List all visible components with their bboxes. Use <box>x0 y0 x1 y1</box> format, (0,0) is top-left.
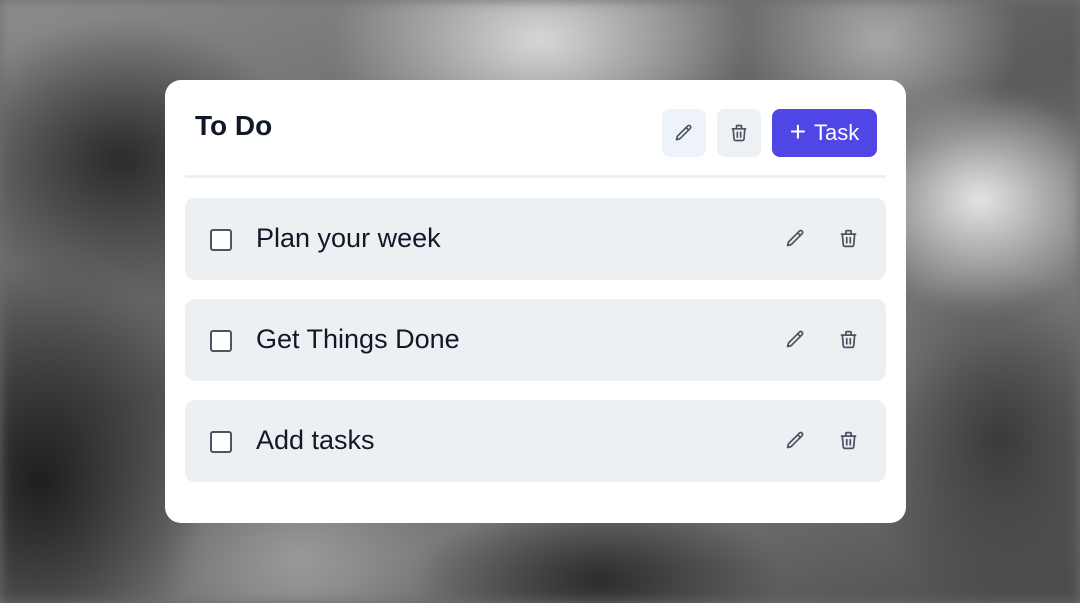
pencil-icon <box>786 330 803 347</box>
trash-icon <box>840 229 856 247</box>
task-actions <box>783 224 860 252</box>
edit-task-button[interactable] <box>783 325 807 353</box>
task-row: Plan your week <box>185 198 886 280</box>
task-label: Get Things Done <box>256 324 460 354</box>
task-label: Add tasks <box>256 425 375 455</box>
pencil-icon <box>786 431 803 448</box>
header-actions: + Task <box>662 109 877 157</box>
trash-icon <box>731 124 747 142</box>
trash-icon <box>840 330 856 348</box>
edit-task-button[interactable] <box>783 224 807 252</box>
edit-list-button[interactable] <box>662 109 706 157</box>
pencil-icon <box>675 124 692 141</box>
task-checkbox[interactable] <box>210 431 232 453</box>
task-checkbox[interactable] <box>210 330 232 352</box>
delete-task-button[interactable] <box>836 224 860 252</box>
delete-task-button[interactable] <box>836 426 860 454</box>
task-row: Get Things Done <box>185 299 886 381</box>
delete-task-button[interactable] <box>836 325 860 353</box>
task-label: Plan your week <box>256 223 441 253</box>
task-actions <box>783 426 860 454</box>
card-title: To Do <box>195 110 273 141</box>
delete-list-button[interactable] <box>717 109 761 157</box>
todo-card: To Do + Task Plan your week Get Things D… <box>165 80 906 523</box>
card-header: To Do + Task <box>185 80 886 178</box>
trash-icon <box>840 431 856 449</box>
plus-icon: + <box>789 115 807 147</box>
add-task-button[interactable]: + Task <box>772 109 877 157</box>
task-actions <box>783 325 860 353</box>
pencil-icon <box>786 229 803 246</box>
task-checkbox[interactable] <box>210 229 232 251</box>
task-row: Add tasks <box>185 400 886 482</box>
edit-task-button[interactable] <box>783 426 807 454</box>
add-task-label: Task <box>814 120 860 145</box>
task-list: Plan your week Get Things Done Add tasks <box>185 198 886 501</box>
